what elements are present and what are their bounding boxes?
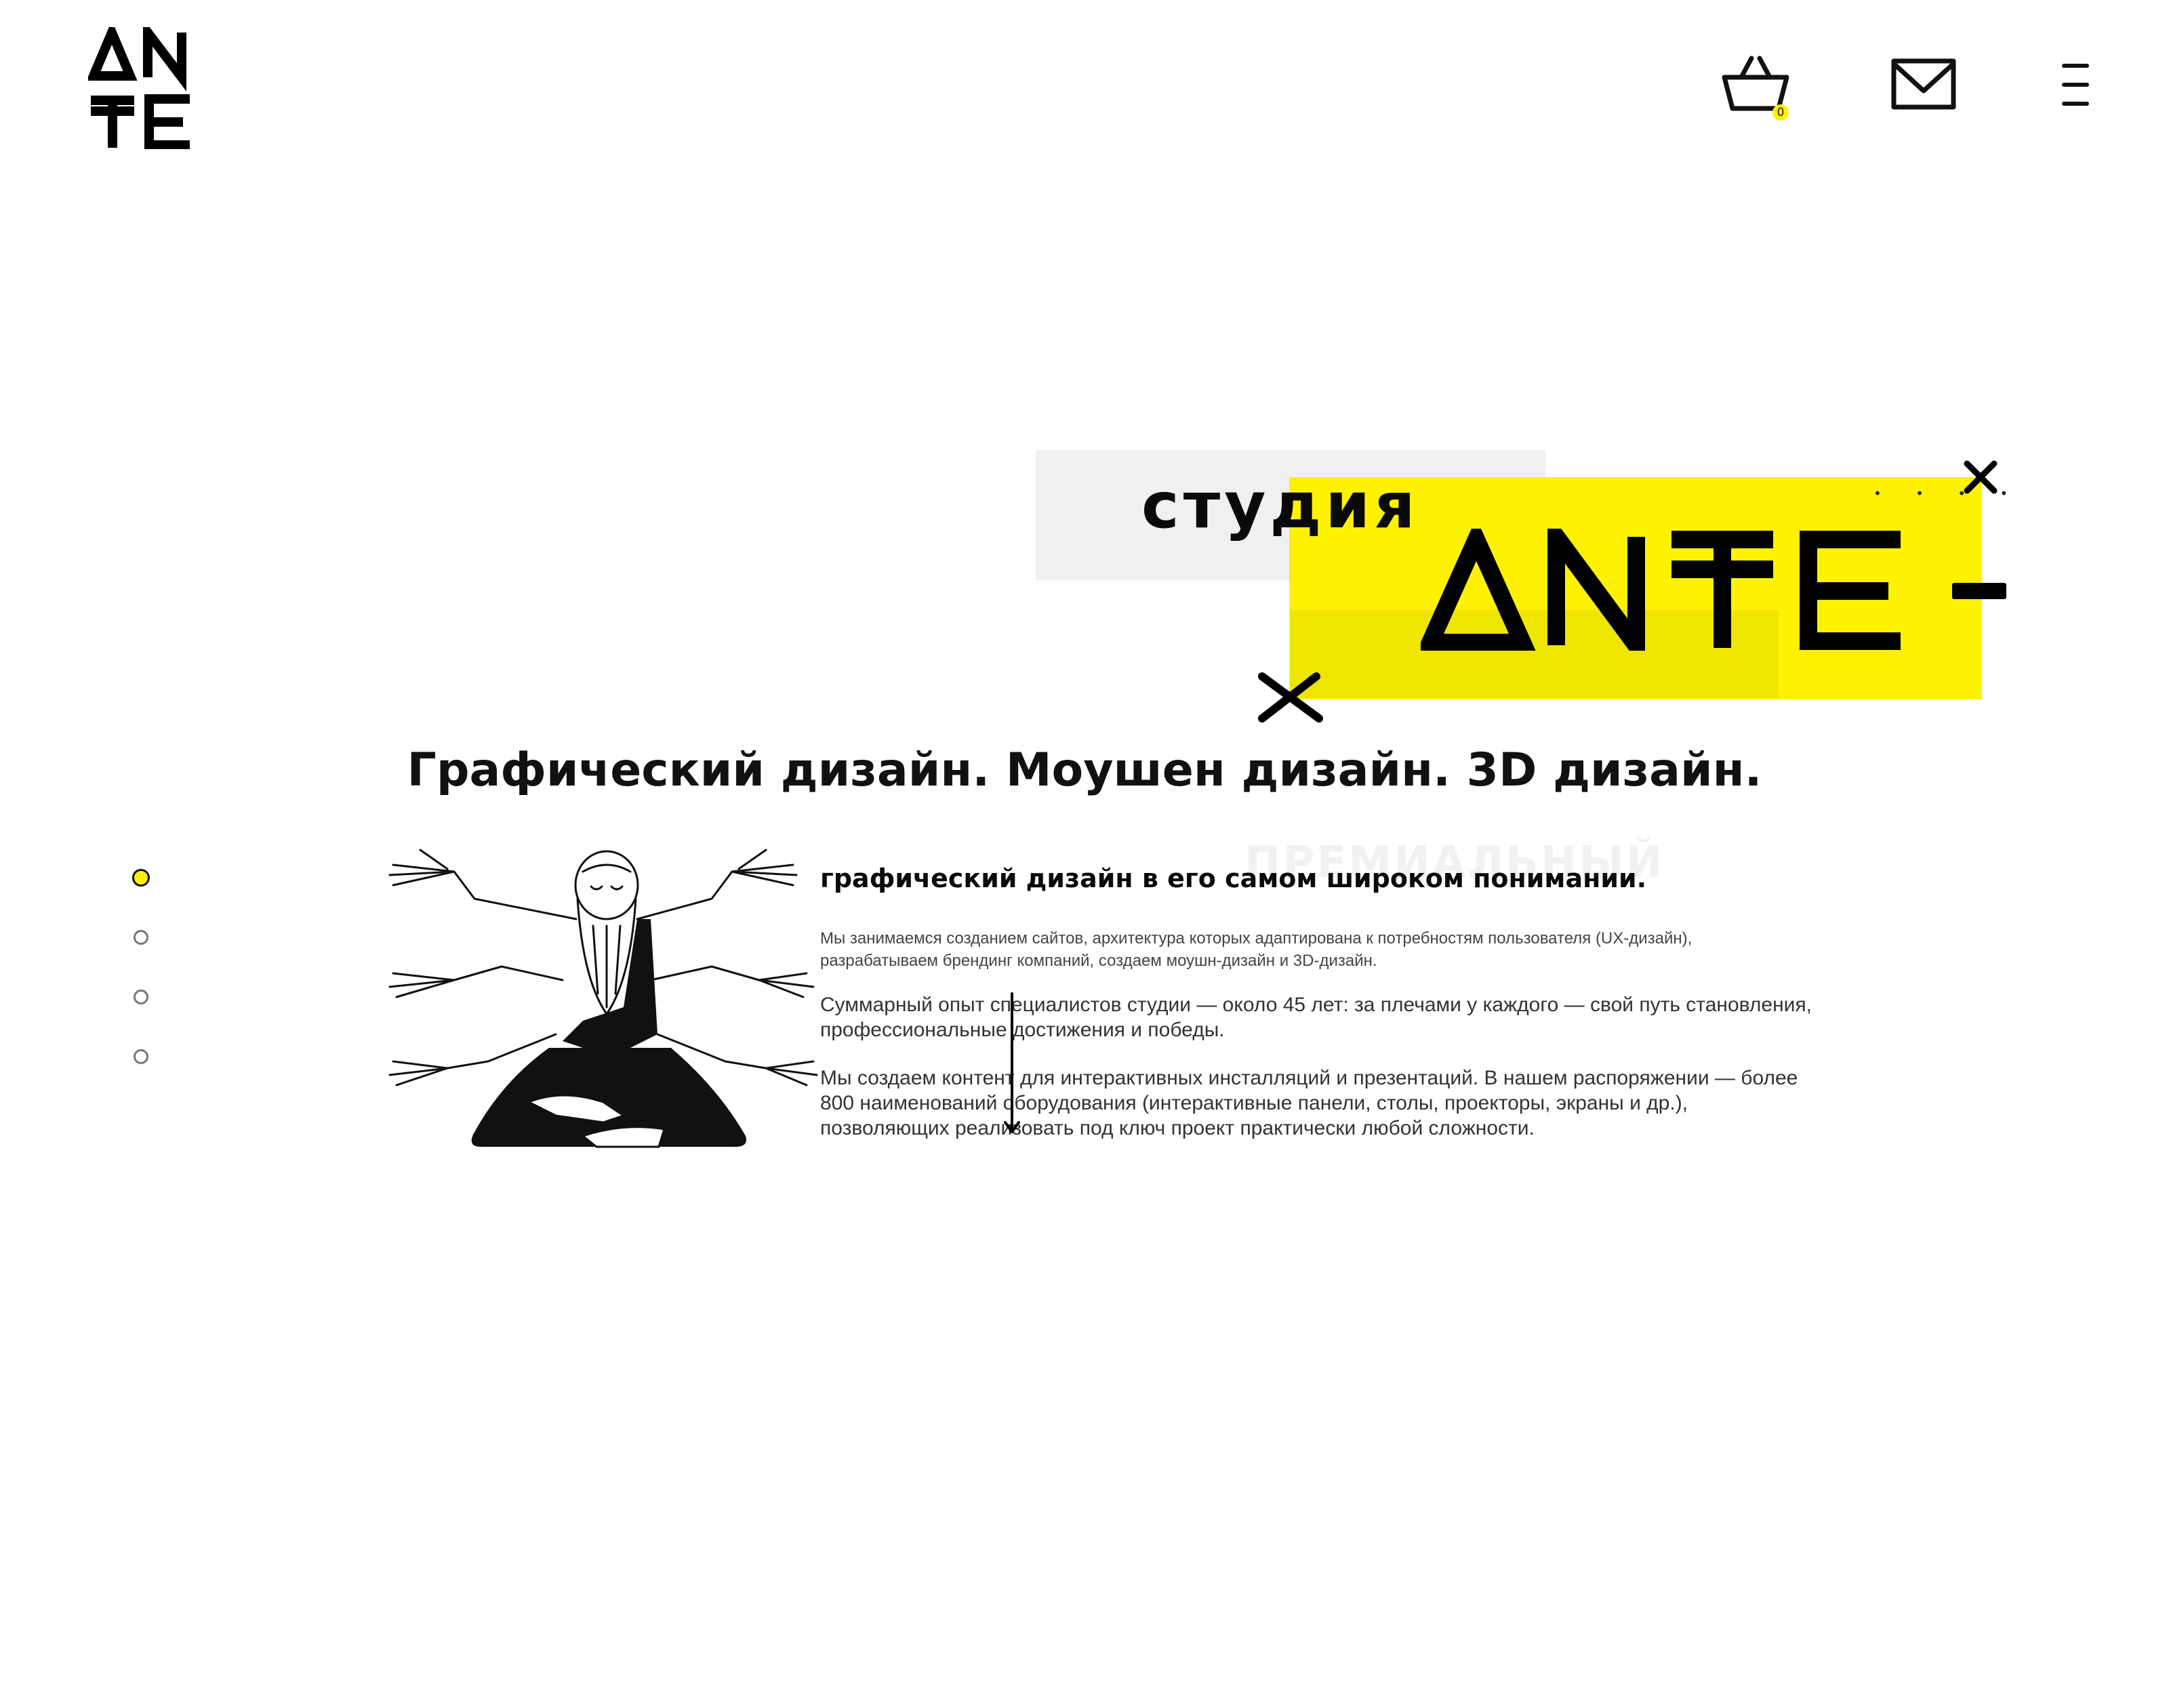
menu-button[interactable] (2058, 61, 2093, 110)
menu-icon (2062, 64, 2089, 68)
hero-dash (1952, 583, 2006, 599)
slider-dot-4[interactable] (134, 1049, 148, 1064)
cross-icon (1258, 672, 1323, 723)
section-paragraph-2: Суммарный опыт специалистов студии — око… (820, 994, 1812, 1041)
hero-studio-word: студия (1141, 469, 1419, 543)
hero-tagline: Графический дизайн. Моушен дизайн. 3D ди… (407, 744, 1762, 797)
section-paragraph-3: Мы создаем контент для интерактивных инс… (820, 1067, 1798, 1139)
slider-dot-1[interactable] (132, 869, 150, 887)
section-headline: графический дизайн в его самом широком п… (820, 863, 1647, 893)
hero-dots: • • • • (1873, 485, 2023, 502)
slider-dot-3[interactable] (134, 990, 148, 1004)
logo[interactable] (88, 27, 197, 149)
mail-icon[interactable] (1891, 57, 1956, 114)
meditating-sage-illustration (388, 849, 818, 1148)
section-paragraph-1: Мы занимаемся созданием сайтов, архитект… (820, 929, 1692, 970)
slider-dot-2[interactable] (134, 930, 148, 945)
hero-brand-logo (1421, 529, 1901, 651)
menu-icon-bar (2062, 83, 2089, 87)
menu-icon-bar (2062, 102, 2089, 106)
cart-button[interactable]: 0 (1722, 54, 1789, 122)
cart-count-badge: 0 (1772, 104, 1789, 121)
scroll-down-arrow-icon[interactable] (1003, 992, 1021, 1135)
close-icon (1964, 460, 1998, 494)
